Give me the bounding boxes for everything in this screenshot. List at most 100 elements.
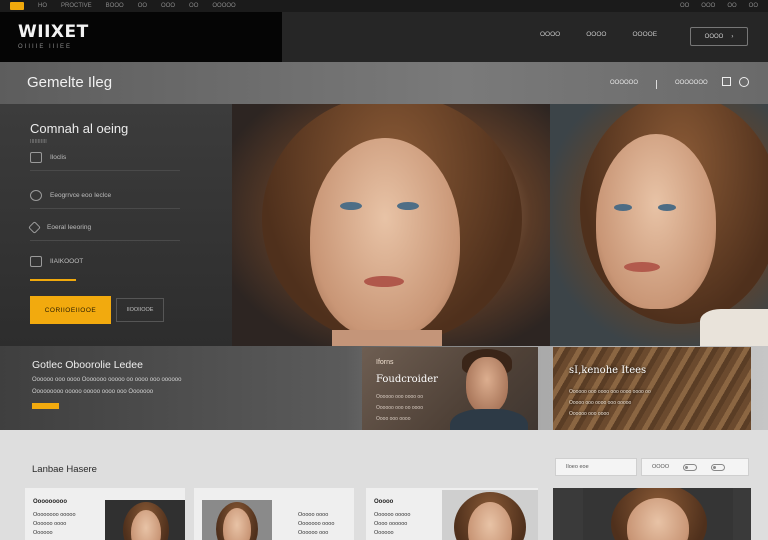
feature-item-3[interactable]: IIAIKOOOT [30,256,83,267]
feature-label-2: Eoeral Ieeoring [47,224,92,231]
grid-icon[interactable] [722,77,731,86]
nav-item-2[interactable]: OOOOE [632,31,657,38]
texture-card[interactable]: sI,kenohe Itees Oooooo ooo oooo ooo oooo… [553,347,751,439]
feature-label-0: Iloclis [50,154,67,161]
portrait-neck [332,330,442,346]
band-text-1: Ooooooooo ooooo ooooo oooo ooo Ooooooo [32,389,154,395]
card-title: Foudcroider [376,374,438,385]
top-right-link-2[interactable]: OO [727,3,736,9]
filter-dropdown[interactable]: Iloeo eoe [555,458,637,476]
portrait-eye [340,202,362,210]
top-link-5[interactable]: OO [189,3,198,9]
card-text-0: Oooooo ooo oooo ooo oooo oooo oo [569,389,651,395]
hero-portrait-image-2 [550,104,768,346]
card-title: Ooooo [374,499,394,505]
top-link-4[interactable]: OOO [161,3,175,9]
card-text-1: Ooooo ooo oooo ooo ooooo [569,400,632,406]
toggle-switch[interactable] [683,463,698,471]
card-text: Oooooo [374,530,394,536]
brand-name: WIIXET [18,22,89,42]
page-title-bar: Gemelte Ileg OOOOOO OOOOOOO [0,62,768,104]
gallery-card-3[interactable] [553,488,751,540]
card-thumbnail [202,500,272,540]
feature-item-2[interactable]: Eoeral Ieeoring [28,221,92,234]
section-title: Lanbae Hasere [32,464,97,475]
chevron-right-icon: › [731,33,734,40]
top-right-link-1[interactable]: OOO [701,3,715,9]
secondary-cta-button[interactable]: IIOOIIOOE [116,298,164,322]
card-text: Oooooooo ooooo [33,512,76,518]
top-utility-bar: HO PROCTIVE BOOO OO OOO OO OOOOO OO OOO … [0,0,768,12]
card-text: Oooooo ooooo [374,512,411,518]
header-cta-button[interactable]: OOOO › [690,27,748,46]
filter-label: Iloeo eoe [566,464,589,470]
title-links: OOOOOO OOOOOOO [610,80,708,89]
top-link-0[interactable]: HO [38,3,47,9]
divider [30,208,180,209]
portrait-eye [397,202,419,210]
card-thumbnail [442,490,538,540]
card-text-2: Oooo ooo oooo [376,416,411,422]
card-text: Oooooo oooo [33,521,67,527]
nav-item-1[interactable]: OOOO [586,31,606,38]
header-cta-label: OOOO [704,33,724,40]
nav-item-0[interactable]: OOOO [540,31,560,38]
portrait-face [466,357,508,413]
title-link-0[interactable]: OOOOOO [610,80,638,89]
brand-logo[interactable]: WIIXET OIIIIE IIIEE [0,12,282,62]
top-link-6[interactable]: OOOOO [212,3,235,9]
band-accent-tag[interactable] [32,403,59,409]
filter-label-2: OOOO [652,464,670,470]
hero-subtitle: IIIIIIIIIII [30,139,47,145]
hero-panel: Comnah al oeing IIIIIIIIIII Iloclis Eeog… [0,104,232,346]
card-title: sI,kenohe Itees [569,365,647,376]
hero-heading: Comnah al oeing [30,121,129,136]
box-icon [30,152,42,163]
car-icon [30,256,42,267]
hero-portrait-image [232,104,550,346]
portrait-card[interactable]: Iforns Foudcroider Oooooo ooo oooo oo Oo… [362,347,538,439]
primary-cta-button[interactable]: CORIIOEIIOOE [30,296,111,324]
gallery-card-1[interactable]: Ooooo oooo Ooooooo oooo Oooooo ooo [194,488,354,540]
card-label: Iforns [376,359,394,366]
gallery-section: Lanbae Hasere Iloeo eoe OOOO Ooooooooo O… [0,430,768,540]
gallery-card-2[interactable]: Ooooo Oooooo ooooo Oooo oooooo Oooooo [366,488,538,540]
portrait-lips [364,276,404,287]
feature-item-0[interactable]: Iloclis [30,152,66,163]
page-title: Gemelte Ileg [27,74,113,91]
card-text: Ooooooo oooo [298,521,335,527]
crown-icon [10,2,24,10]
feature-label-1: Eeogrrvce eoo Ieclce [50,192,112,199]
card-thumbnail [583,488,733,540]
divider [30,170,180,171]
band-text-0: Oooooo ooo oooo Ooooooo ooooo oo oooo oo… [32,377,182,383]
portrait-eye [658,204,676,211]
top-link-1[interactable]: PROCTIVE [61,3,92,9]
divider [656,80,658,89]
title-link-1[interactable]: OOOOOOO [675,80,708,89]
top-right-link-0[interactable]: OO [680,3,689,9]
top-link-2[interactable]: BOOO [106,3,124,9]
card-text-0: Oooooo ooo oooo oo [376,394,423,400]
feature-item-1[interactable]: Eeogrrvce eoo Ieclce [30,190,111,201]
card-text: Oooo oooooo [374,521,408,527]
band-heading: Gotlec Oboorolie Ledee [32,359,143,371]
clock-icon [30,190,42,201]
diamond-icon [28,221,41,234]
top-right-link-3[interactable]: OO [749,3,758,9]
filter-toggle-group[interactable]: OOOO [641,458,749,476]
main-nav: OOOO OOOO OOOOE [540,31,657,38]
divider [30,240,180,241]
feature-label-3: IIAIKOOOT [50,258,84,265]
portrait-shirt [700,309,768,346]
card-text: Ooooo oooo [298,512,329,518]
gallery-card-0[interactable]: Ooooooooo Oooooooo ooooo Oooooo oooo Ooo… [25,488,185,540]
card-text: Oooooo ooo [298,530,329,536]
card-text: Oooooo [33,530,53,536]
title-icons [722,77,749,87]
card-text-2: Oooooo ooo oooo [569,411,610,417]
search-icon[interactable] [739,77,749,87]
top-link-3[interactable]: OO [138,3,147,9]
portrait-lips [624,262,660,272]
toggle-switch[interactable] [711,463,726,471]
